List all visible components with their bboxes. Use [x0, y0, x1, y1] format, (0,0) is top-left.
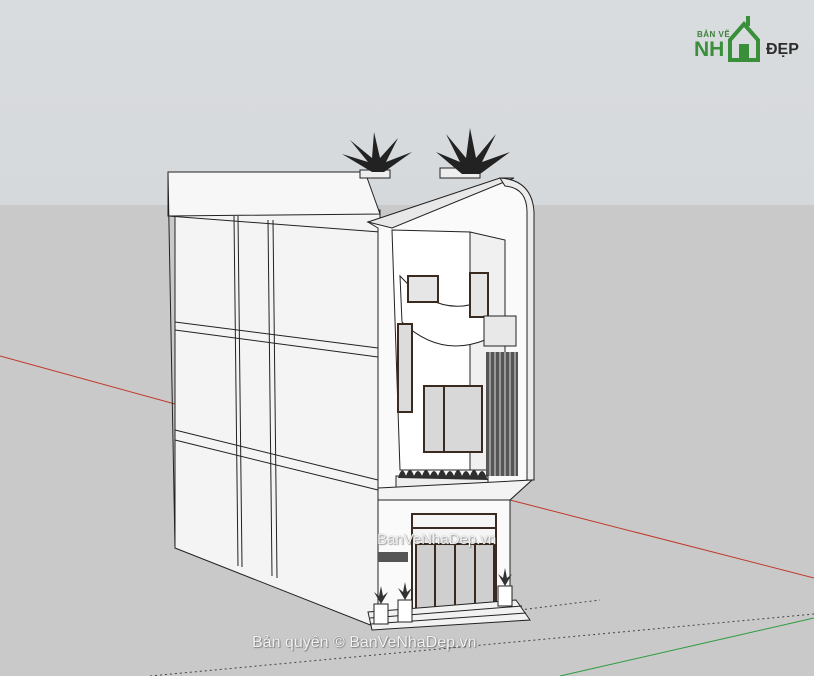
watermark-center: BanVeNhaDep.vn — [377, 531, 497, 548]
sketchup-viewport[interactable]: BẢN VẼ NH ĐẸP BanVeNhaDep.vn Bản quyền ©… — [0, 0, 814, 676]
slim-window — [397, 323, 413, 413]
vertical-louvers — [486, 352, 518, 476]
logo-main-text: NH — [694, 38, 725, 61]
watermark-bottom: Bản quyền © BanVeNhaDep.vn — [252, 634, 477, 651]
upper-window-2 — [469, 272, 489, 318]
green-axis — [559, 617, 814, 676]
palm-plant-icon-2 — [436, 128, 510, 179]
model-scene[interactable] — [0, 0, 814, 676]
side-wall[interactable] — [174, 175, 381, 629]
balcony-rail — [483, 315, 517, 347]
parapet-top — [167, 171, 381, 217]
side-left-edge — [167, 171, 176, 549]
main-window — [423, 385, 483, 453]
red-axis-left — [0, 355, 176, 405]
upper-window-1 — [407, 275, 439, 303]
palm-plant-icon — [342, 132, 412, 179]
red-axis-right — [509, 499, 814, 579]
logo-suffix-text: ĐẸP — [766, 41, 799, 58]
dotted-ground-line — [519, 599, 601, 611]
sign-plate — [378, 552, 408, 562]
